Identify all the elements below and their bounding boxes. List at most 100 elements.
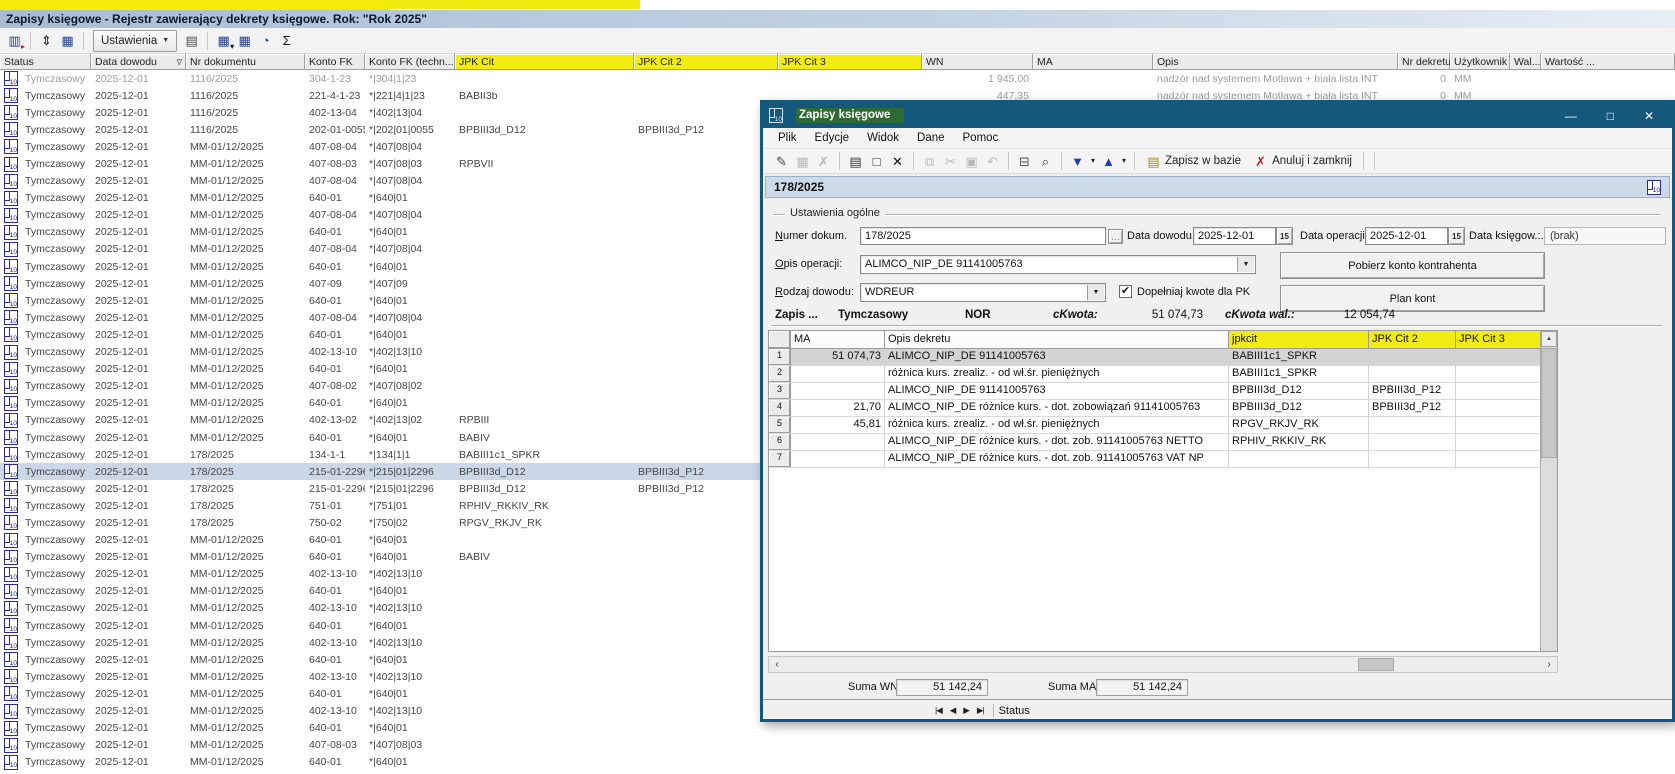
- move-up-caret-icon[interactable]: ▾: [1119, 152, 1129, 171]
- column-header-jpk_cit[interactable]: JPK Cit: [455, 54, 634, 70]
- table-row[interactable]: 10Tymczasowy2025-12-01MM-01/12/2025640-0…: [0, 720, 1675, 737]
- scrollbar-thumb[interactable]: [1358, 658, 1394, 671]
- properties-icon[interactable]: ▤: [181, 31, 202, 50]
- decree-column-header-rownum[interactable]: [769, 331, 791, 349]
- column-header-wal[interactable]: Wal...: [1510, 54, 1541, 70]
- table-row[interactable]: 10Tymczasowy2025-12-01MM-01/12/2025407-0…: [0, 737, 1675, 754]
- plan-kont-button[interactable]: Plan kont: [1280, 285, 1545, 312]
- decree-row[interactable]: 6ALIMCO_NIP_DE różnice kurs. - dot. zob.…: [769, 434, 1557, 451]
- data-dowodu-input[interactable]: 2025-12-01: [1193, 227, 1276, 245]
- decree-column-header-JPK Cit 2[interactable]: JPK Cit 2: [1369, 331, 1456, 349]
- new-document-icon[interactable]: □: [866, 152, 887, 171]
- nav-last-button[interactable]: ▶|: [973, 705, 988, 716]
- table-view-icon[interactable]: ▦: [57, 31, 78, 50]
- decree-row[interactable]: 545,81różnica kurs. zrealiz. - od wł.śr.…: [769, 417, 1557, 434]
- horizontal-scrollbar[interactable]: ‹ ›: [768, 656, 1558, 673]
- column-header-wartosc[interactable]: Wartość ...: [1541, 54, 1675, 70]
- column-header-uzytkownik[interactable]: Użytkownik: [1450, 54, 1510, 70]
- move-down-icon[interactable]: ▼: [1067, 152, 1088, 171]
- close-button[interactable]: ✕: [1644, 110, 1654, 122]
- calendar-icon[interactable]: 15: [1276, 227, 1293, 245]
- nav-prev-button[interactable]: ◀: [946, 705, 960, 716]
- decree-row[interactable]: 151 074,73ALIMCO_NIP_DE 91141005763BABII…: [769, 349, 1557, 366]
- cut-icon[interactable]: ✂: [940, 152, 961, 171]
- column-header-konto_fk[interactable]: Konto FK: [305, 54, 365, 70]
- undo-icon[interactable]: ↶: [982, 152, 1003, 171]
- column-header-ma[interactable]: MA: [1033, 54, 1153, 70]
- expand-collapse-icon[interactable]: ⇕: [36, 31, 57, 50]
- filter-icon[interactable]: ∇: [177, 58, 182, 67]
- decree-row[interactable]: 2różnica kurs. zrealiz. - od wł.śr. pien…: [769, 366, 1557, 383]
- numer-dokum-input[interactable]: 178/2025: [860, 227, 1106, 245]
- column-header-jpk_cit_2[interactable]: JPK Cit 2: [634, 54, 778, 70]
- table-dropdown-icon[interactable]: ▦▾: [213, 31, 234, 50]
- minimize-button[interactable]: —: [1565, 110, 1577, 122]
- save-to-db-button[interactable]: ▤ Zapisz w bazie: [1140, 151, 1247, 171]
- scroll-right-icon[interactable]: ›: [1541, 657, 1557, 672]
- scrollbar-thumb[interactable]: [1541, 348, 1557, 458]
- column-header-data_dowodu[interactable]: Data dowodu∇: [91, 54, 186, 70]
- menu-item-dane[interactable]: Dane: [908, 132, 954, 144]
- entry-grid-icon: 10: [4, 533, 18, 548]
- decree-column-header-MA[interactable]: MA: [791, 331, 885, 349]
- chevron-down-icon[interactable]: ▼: [1087, 285, 1104, 300]
- column-header-konto_fk_techn[interactable]: Konto FK (techn...: [365, 54, 455, 70]
- column-header-opis[interactable]: Opis: [1153, 54, 1398, 70]
- nav-next-button[interactable]: ▶: [959, 705, 973, 716]
- dopelniaj-checkbox[interactable]: ✔: [1119, 285, 1132, 298]
- menu-item-pomoc[interactable]: Pomoc: [954, 132, 1008, 144]
- cancel-and-close-button[interactable]: ✗ Anuluj i zamknij: [1247, 151, 1358, 171]
- paste-icon[interactable]: ▣: [961, 152, 982, 171]
- column-header-jpk_cit_3[interactable]: JPK Cit 3: [778, 54, 922, 70]
- decree-column-header-Opis dekretu[interactable]: Opis dekretu: [885, 331, 1229, 349]
- edit-x-icon[interactable]: ✎: [771, 152, 792, 171]
- save-icon[interactable]: ▦: [792, 152, 813, 171]
- move-down-caret-icon[interactable]: ▾: [1088, 152, 1098, 171]
- rodzaj-dowodu-combo[interactable]: WDREUR ▼: [860, 283, 1106, 302]
- decree-row[interactable]: 7ALIMCO_NIP_DE różnice kurs. - dot. zob.…: [769, 451, 1557, 468]
- opis-operacji-combo[interactable]: ALIMCO_NIP_DE 91141005763 ▼: [860, 255, 1256, 274]
- revert-icon[interactable]: ✗: [813, 152, 834, 171]
- table-row[interactable]: 10Tymczasowy2025-12-011116/2025304-1-23*…: [0, 70, 1675, 87]
- decree-cell-opis: ALIMCO_NIP_DE 91141005763: [885, 349, 1229, 366]
- maximize-button[interactable]: □: [1607, 110, 1614, 122]
- decree-row[interactable]: 3ALIMCO_NIP_DE 91141005763BPBIII3d_D12BP…: [769, 383, 1557, 400]
- nav-first-button[interactable]: |◀: [931, 705, 946, 716]
- column-header-status[interactable]: Status: [0, 54, 91, 70]
- menu-item-plik[interactable]: Plik: [769, 132, 806, 144]
- column-header-label: Nr dekretu: [1402, 56, 1450, 68]
- vertical-scrollbar[interactable]: ▲: [1540, 331, 1557, 651]
- percent-clock-icon[interactable]: ◔: [255, 31, 276, 50]
- cell-status: 10Tymczasowy: [0, 567, 91, 582]
- delete-icon[interactable]: ✕: [887, 152, 908, 171]
- sum-icon[interactable]: Σ: [276, 31, 297, 50]
- column-header-nr_dekretu[interactable]: Nr dekretu: [1398, 54, 1450, 70]
- scroll-left-icon[interactable]: ‹: [769, 657, 785, 672]
- print-icon[interactable]: ⊟: [1014, 152, 1035, 171]
- calendar-icon[interactable]: 15: [1448, 227, 1465, 245]
- dialog-titlebar[interactable]: 10 Zapisy księgowe — □ ✕: [763, 103, 1672, 128]
- ustawienia-button[interactable]: Ustawienia▼: [93, 30, 177, 52]
- pobierz-konto-button[interactable]: Pobierz konto kontrahenta: [1280, 252, 1545, 279]
- status-label: Tymczasowy: [25, 483, 85, 495]
- column-header-nr_dokumentu[interactable]: Nr dokumentu: [186, 54, 305, 70]
- cell-status: 10Tymczasowy: [0, 379, 91, 394]
- data-operacji-input[interactable]: 2025-12-01: [1365, 227, 1448, 245]
- scroll-up-icon[interactable]: ▲: [1541, 331, 1557, 347]
- properties-icon[interactable]: ▤: [845, 152, 866, 171]
- decree-column-header-JPK Cit 3[interactable]: JPK Cit 3: [1456, 331, 1541, 349]
- chevron-down-icon[interactable]: ▼: [1237, 257, 1254, 272]
- table-row[interactable]: 10Tymczasowy2025-12-01MM-01/12/2025640-0…: [0, 754, 1675, 771]
- decree-column-header-jpkcit[interactable]: jpkcit: [1229, 331, 1369, 349]
- menu-item-edycje[interactable]: Edycje: [806, 132, 859, 144]
- export-form-icon[interactable]: ▥▸: [4, 31, 25, 50]
- move-up-icon[interactable]: ▲: [1098, 152, 1119, 171]
- numer-dots-button[interactable]: ...: [1108, 229, 1123, 244]
- column-header-wn[interactable]: WN: [922, 54, 1033, 70]
- print-preview-icon[interactable]: ⌕: [1035, 152, 1056, 171]
- table-save-icon[interactable]: ▦: [234, 31, 255, 50]
- menu-item-widok[interactable]: Widok: [858, 132, 908, 144]
- copy-icon[interactable]: ⧉: [919, 152, 940, 171]
- entry-grid-icon: 10: [4, 584, 18, 599]
- decree-row[interactable]: 421,70ALIMCO_NIP_DE różnice kurs. - dot.…: [769, 400, 1557, 417]
